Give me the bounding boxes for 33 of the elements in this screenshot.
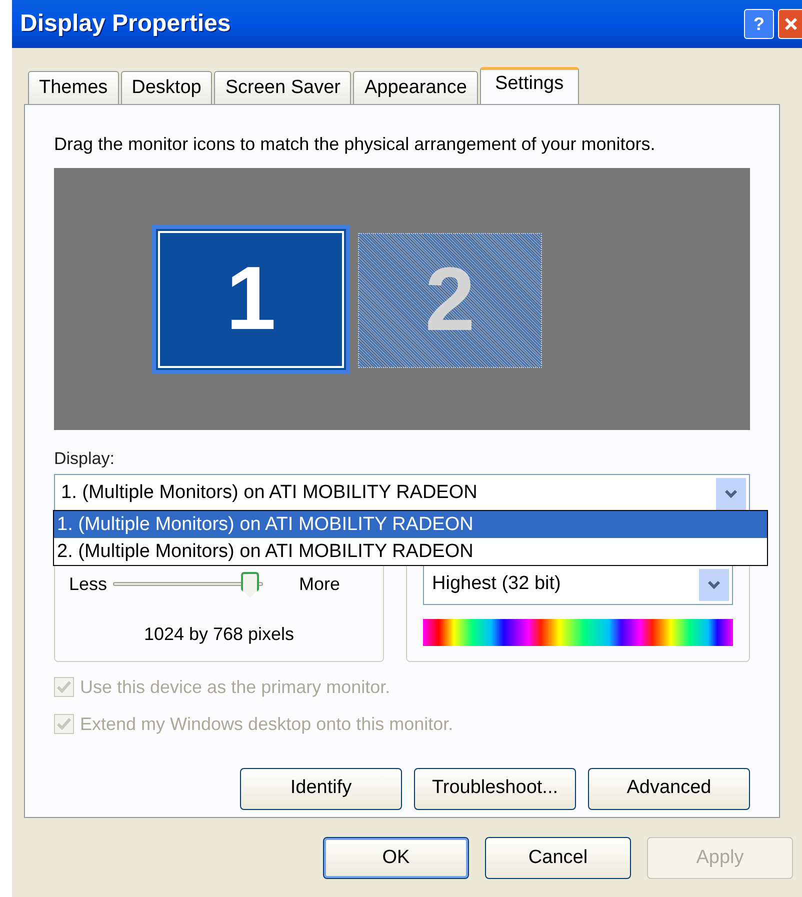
panel-button[interactable]: Troubleshoot... bbox=[414, 768, 576, 810]
dropdown-arrow-button[interactable] bbox=[716, 478, 746, 510]
close-icon bbox=[784, 17, 798, 31]
help-button[interactable]: ? bbox=[744, 9, 774, 39]
tab[interactable]: Appearance bbox=[353, 71, 478, 104]
dropdown-value: Highest (32 bit) bbox=[432, 572, 561, 596]
panel-button[interactable]: Identify bbox=[240, 768, 402, 810]
tab[interactable]: Themes bbox=[28, 71, 119, 104]
slider-thumb[interactable] bbox=[241, 572, 260, 598]
display-label: Display: bbox=[54, 448, 116, 470]
dialog-button[interactable]: OK bbox=[323, 837, 469, 879]
resolution-reading: 1024 by 768 pixels bbox=[144, 622, 294, 646]
dropdown-option[interactable]: 1. (Multiple Monitors) on ATI MOBILITY RADEON bbox=[54, 511, 767, 538]
checkbox-label: Extend my Windows desktop onto this monitor. bbox=[80, 712, 454, 736]
color-quality-dropdown[interactable]: Highest (32 bit) bbox=[423, 564, 733, 604]
dropdown-value: 1. (Multiple Monitors) on ATI MOBILITY RADEON bbox=[61, 481, 478, 506]
chevron-down-icon bbox=[724, 488, 738, 498]
window-title: Display Properties bbox=[20, 9, 231, 39]
tab[interactable]: Screen Saver bbox=[214, 71, 352, 104]
monitor-icon[interactable]: 1 bbox=[152, 225, 350, 374]
tab[interactable]: Desktop bbox=[120, 71, 212, 104]
close-button[interactable] bbox=[778, 9, 802, 39]
dropdown-arrow-button[interactable] bbox=[699, 568, 729, 600]
chevron-down-icon bbox=[707, 580, 721, 590]
dialog-button[interactable]: Cancel bbox=[485, 837, 631, 879]
instruction-text: Drag the monitor icons to match the physical arrangement of your monitors. bbox=[54, 133, 656, 156]
tab[interactable]: Settings bbox=[480, 67, 579, 105]
panel-button[interactable]: Advanced bbox=[588, 768, 750, 810]
less-label: Less bbox=[69, 573, 108, 596]
more-label: More bbox=[299, 573, 340, 596]
checkbox-label: Use this device as the primary monitor. bbox=[80, 676, 390, 699]
resolution-slider[interactable] bbox=[113, 570, 264, 598]
dropdown-option[interactable]: 2. (Multiple Monitors) on ATI MOBILITY RADEON bbox=[54, 538, 767, 565]
